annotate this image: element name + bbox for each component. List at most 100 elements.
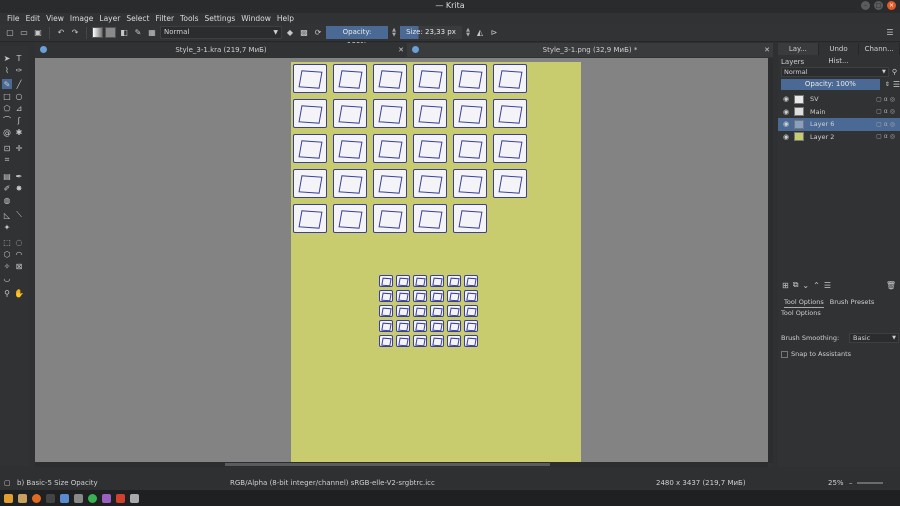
tab-channels[interactable]: Chann...	[859, 43, 900, 55]
menu-filter[interactable]: Filter	[152, 13, 177, 24]
opacity-spin[interactable]: ⇕	[885, 81, 890, 88]
rect-select-icon[interactable]: ⬚	[2, 237, 12, 247]
fg-bg-color-icon[interactable]: ◧	[118, 27, 130, 39]
app-icon[interactable]	[130, 493, 139, 503]
visibility-eye-icon[interactable]: ◉	[781, 95, 791, 103]
layers-menu-icon[interactable]: ☰	[893, 80, 900, 89]
opacity-spin[interactable]: ▲ ▼	[390, 26, 398, 39]
tab-tool-options[interactable]: Tool Options	[784, 297, 824, 308]
zoom-slider[interactable]	[857, 482, 883, 484]
tab-document-2[interactable]: Style_3-1.png (32,9 МиБ) * ✕	[407, 43, 773, 57]
new-document-icon[interactable]: ▢	[4, 27, 16, 39]
blend-mode-select[interactable]: Normal ▼	[160, 26, 282, 39]
menu-image[interactable]: Image	[67, 13, 97, 24]
menu-window[interactable]: Window	[238, 13, 274, 24]
app-icon[interactable]	[74, 493, 83, 503]
menu-edit[interactable]: Edit	[23, 13, 44, 24]
freehand-path-icon[interactable]: ʃ	[14, 115, 24, 125]
tab-layers[interactable]: Lay...	[778, 43, 819, 55]
contiguous-select-icon[interactable]: ✧	[2, 261, 12, 271]
dynamic-brush-icon[interactable]: @	[2, 127, 12, 137]
terminal-icon[interactable]	[46, 493, 55, 503]
measure-tool-icon[interactable]: ◺	[2, 210, 12, 220]
eraser-icon[interactable]: ◆	[284, 27, 296, 39]
folder-icon[interactable]	[18, 493, 27, 503]
text-tool-icon[interactable]: T	[14, 53, 24, 63]
layer-row-main[interactable]: ◉ Main ▢α◎	[778, 106, 900, 119]
pdf-icon[interactable]	[116, 493, 125, 503]
close-tab-icon[interactable]: ✕	[764, 43, 770, 57]
layer-lock-icon[interactable]: ▢α◎	[876, 121, 897, 128]
bezier-select-icon[interactable]: ◡	[2, 273, 12, 283]
polyline-tool-icon[interactable]: ⊿	[14, 103, 24, 113]
gradient-swatch[interactable]	[92, 27, 103, 38]
reference-tool-icon[interactable]: ✦	[2, 222, 12, 232]
app-icon[interactable]	[102, 493, 111, 503]
select-shapes-icon[interactable]: ➤	[2, 53, 12, 63]
layer-lock-icon[interactable]: ▢α◎	[876, 108, 897, 115]
vertical-scrollbar[interactable]	[768, 58, 773, 463]
visibility-eye-icon[interactable]: ◉	[781, 120, 791, 128]
zoom-tool-icon[interactable]: ⚲	[2, 288, 12, 298]
redo-icon[interactable]: ↷	[69, 27, 81, 39]
crop-tool-icon[interactable]: ⌗	[2, 155, 12, 165]
zoom-out-icon[interactable]: –	[849, 477, 853, 489]
pattern-swatch[interactable]	[105, 27, 116, 38]
opacity-slider[interactable]: Opacity: 100%	[326, 26, 388, 49]
fill-tool-icon[interactable]: ◍	[2, 195, 12, 205]
freehand-brush-icon[interactable]: ✎	[2, 79, 12, 89]
similar-select-icon[interactable]: ⊠	[14, 261, 24, 271]
save-icon[interactable]: ▣	[32, 27, 44, 39]
ellipse-select-icon[interactable]: ◌	[14, 237, 24, 247]
firefox-icon[interactable]	[32, 493, 41, 503]
canvas-viewport[interactable]	[35, 58, 768, 463]
brush-smoothing-select[interactable]: Basic ▼	[849, 333, 899, 343]
duplicate-layer-icon[interactable]: ⧉	[793, 280, 799, 290]
rectangle-tool-icon[interactable]: □	[2, 91, 12, 101]
polygon-tool-icon[interactable]: ⬠	[2, 103, 12, 113]
open-folder-icon[interactable]: ▭	[18, 27, 30, 39]
pan-tool-icon[interactable]: ✋	[14, 288, 24, 298]
layer-lock-icon[interactable]: ▢α◎	[876, 96, 897, 103]
layer-row-layer-2[interactable]: ◉ Layer 2 ▢α◎	[778, 131, 900, 144]
undo-icon[interactable]: ↶	[55, 27, 67, 39]
mirror-horizontal-icon[interactable]: ◭	[474, 27, 486, 39]
close-window-button[interactable]: ×	[887, 1, 896, 10]
menu-tools[interactable]: Tools	[177, 13, 201, 24]
size-slider[interactable]: Size: 23,33 px	[400, 26, 462, 39]
layer-opacity-slider[interactable]: Opacity: 100%	[781, 79, 880, 90]
move-layer-down-icon[interactable]: ⌄	[802, 281, 809, 290]
menu-settings[interactable]: Settings	[202, 13, 239, 24]
menu-layer[interactable]: Layer	[96, 13, 123, 24]
tab-brush-presets[interactable]: Brush Presets	[830, 297, 874, 308]
freehand-select-icon[interactable]: ◠	[14, 249, 24, 259]
colorize-mask-icon[interactable]: ✐	[2, 183, 12, 193]
toolbar-menu-icon[interactable]: ☰	[884, 27, 896, 39]
size-spin[interactable]: ▲ ▼	[464, 26, 472, 39]
layer-properties-icon[interactable]: ☰	[824, 281, 831, 290]
mirror-vertical-icon[interactable]: ⊳	[488, 27, 500, 39]
minimize-button[interactable]: –	[861, 1, 870, 10]
visibility-eye-icon[interactable]: ◉	[781, 133, 791, 141]
zoom-level[interactable]: 25%	[828, 477, 844, 489]
brush-status-icon[interactable]: ▢	[4, 477, 11, 489]
tab-undo-history[interactable]: Undo Hist...	[819, 43, 860, 65]
move-tool-icon[interactable]: ✛	[14, 143, 24, 153]
assistant-tool-icon[interactable]: ⟍	[14, 210, 24, 220]
snap-checkbox[interactable]	[781, 350, 788, 358]
maximize-button[interactable]: □	[874, 1, 883, 10]
filter-icon[interactable]: ⚲	[892, 68, 897, 76]
horizontal-scrollbar[interactable]	[35, 462, 768, 467]
ellipse-tool-icon[interactable]: ○	[14, 91, 24, 101]
add-layer-icon[interactable]: ⊞	[782, 281, 789, 290]
bezier-tool-icon[interactable]: ⌒	[2, 115, 12, 125]
edit-shapes-icon[interactable]: ⌇	[2, 65, 12, 75]
line-tool-icon[interactable]: ╱	[14, 79, 24, 89]
krita-taskbar-icon[interactable]	[60, 493, 69, 503]
reload-preset-icon[interactable]: ⟳	[312, 27, 324, 39]
move-layer-up-icon[interactable]: ⌃	[813, 281, 820, 290]
color-picker-icon[interactable]: ✒	[14, 171, 24, 181]
layer-blend-mode-select[interactable]: Normal ▼	[781, 67, 889, 77]
transform-tool-icon[interactable]: ⊡	[2, 143, 12, 153]
alpha-lock-icon[interactable]: ▩	[298, 27, 310, 39]
